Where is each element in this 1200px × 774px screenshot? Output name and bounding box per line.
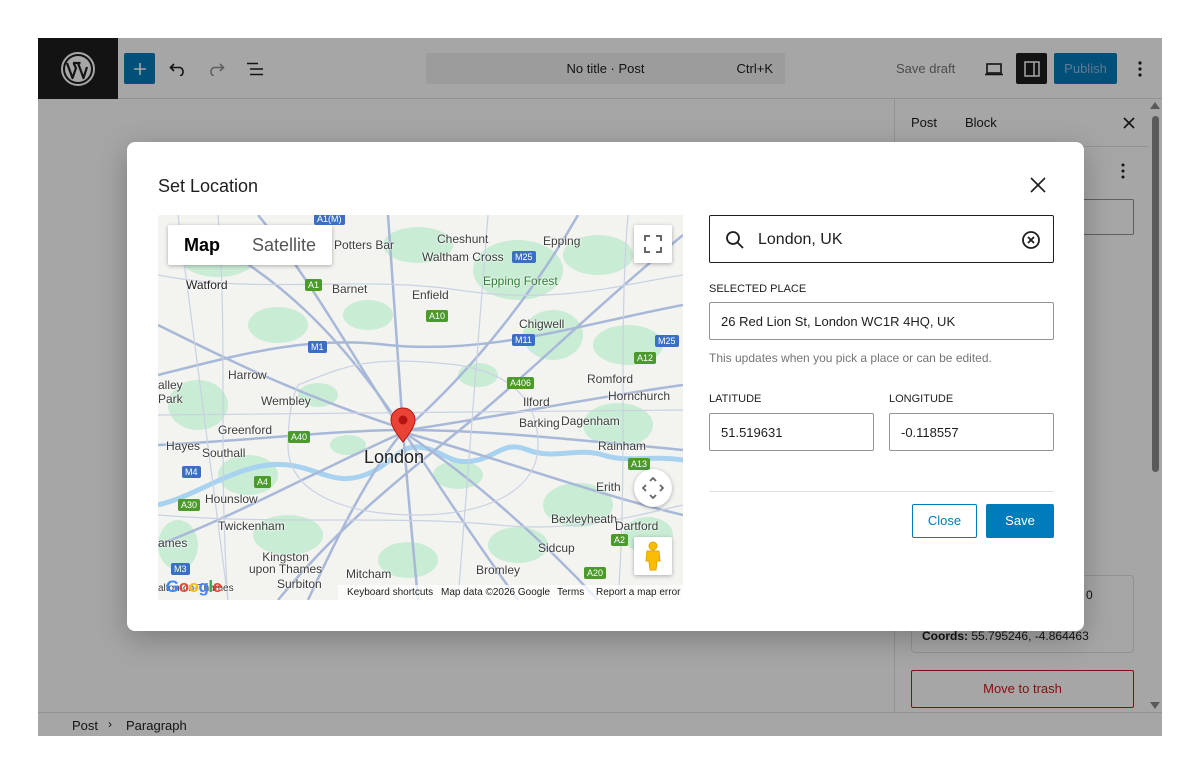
save-button[interactable]: Save [986,504,1054,538]
map-label: Cheshunt [437,232,489,246]
form-divider [709,491,1054,492]
map-label: Epping [543,234,581,248]
map-label: Twickenham [218,519,285,533]
selected-place-label: SELECTED PLACE [709,283,807,295]
road-shield: M25 [512,251,536,263]
map-label: Chigwell [519,317,565,331]
map-label: Bexleyheath [551,512,618,526]
map-label: Watford [186,278,228,292]
road-shield: A2 [611,534,629,546]
map-label: Dartford [615,519,659,533]
map-label: Ilford [523,395,550,409]
road-shield: A40 [288,431,311,443]
close-button[interactable]: Close [912,504,977,538]
road-shield: A1 [305,279,323,291]
latitude-field[interactable] [709,413,874,451]
selected-place-field[interactable] [709,302,1054,340]
place-search-box[interactable] [709,215,1054,263]
map-label: Hounslow [205,492,258,506]
fullscreen-button[interactable] [634,225,672,263]
longitude-field[interactable] [889,413,1054,451]
road-shield: A12 [634,352,657,364]
set-location-modal: Set Location Map Satellite Potters Bar C… [127,142,1084,631]
map-label: Mitcham [346,567,392,581]
map-label: Park [158,392,183,406]
report-map-error-link[interactable]: Report a map error [596,587,680,598]
terms-link[interactable]: Terms [557,587,584,598]
place-search-input[interactable] [758,229,1008,251]
road-shield: M4 [182,466,201,478]
map-label: Epping Forest [483,274,558,288]
map-label: Greenford [218,423,273,437]
map-label: Barking [519,416,560,430]
road-shield: A13 [628,458,651,470]
map-type-control: Map Satellite [168,225,333,265]
map-label: Southall [202,446,246,460]
map-label: Erith [596,480,621,494]
road-shield: A10 [426,310,449,322]
road-shield: A1(M) [314,215,345,225]
map-label: Potters Bar [334,238,395,252]
map-label: Wembley [261,394,311,408]
map-type-map-button[interactable]: Map [168,225,236,265]
keyboard-shortcuts-link[interactable]: Keyboard shortcuts [347,587,433,598]
road-shield: M3 [171,563,190,575]
latitude-label: LATITUDE [709,393,762,405]
road-shield: A20 [584,567,607,579]
clear-search-button[interactable] [1019,228,1043,252]
road-shield: A30 [178,499,201,511]
map-label: Enfield [412,288,449,302]
map-label: Romford [587,372,634,386]
map-label: Barnet [332,282,368,296]
longitude-label: LONGITUDE [889,393,954,405]
map-label: Surbiton [277,577,322,591]
close-icon [1030,177,1046,193]
search-icon [726,231,744,249]
map-label: Hornchurch [608,389,671,403]
map-label: ames [158,536,188,550]
map-label: Dagenham [561,414,620,428]
road-shield: A406 [507,377,535,389]
google-logo[interactable]: Google [166,577,222,597]
clear-circle-icon [1022,231,1040,249]
pan-arrows-icon [642,477,664,499]
map-label: Rainham [598,439,647,453]
map-data-text: Map data ©2026 Google [441,587,551,598]
map-type-satellite-button[interactable]: Satellite [236,225,332,265]
map-pan-control[interactable] [634,469,672,507]
road-shield: M1 [308,341,327,353]
map-label: Harrow [228,368,267,382]
map-label-city: London [364,447,425,467]
street-view-pegman-button[interactable] [634,537,672,575]
map-label: Kingston upon Thames [249,550,323,576]
location-pin-icon[interactable] [390,407,416,443]
road-shield: M25 [655,335,679,347]
map-label: Bromley [476,563,521,577]
road-shield: A4 [254,476,272,488]
map-label: alley [158,378,183,392]
google-map[interactable]: Map Satellite Potters Bar Cheshunt Walth… [158,215,683,600]
close-modal-button[interactable] [1025,172,1051,198]
pegman-icon [645,541,661,571]
modal-title: Set Location [158,176,259,196]
map-label: Hayes [166,439,201,453]
map-attribution: Keyboard shortcuts Map data ©2026 Google… [338,585,683,600]
map-label: Sidcup [538,541,575,555]
fullscreen-icon [644,235,662,253]
selected-place-help: This updates when you pick a place or ca… [709,351,992,365]
road-shield: M11 [512,334,535,346]
map-label: Waltham Cross [422,250,504,264]
map-tiles [158,215,683,600]
